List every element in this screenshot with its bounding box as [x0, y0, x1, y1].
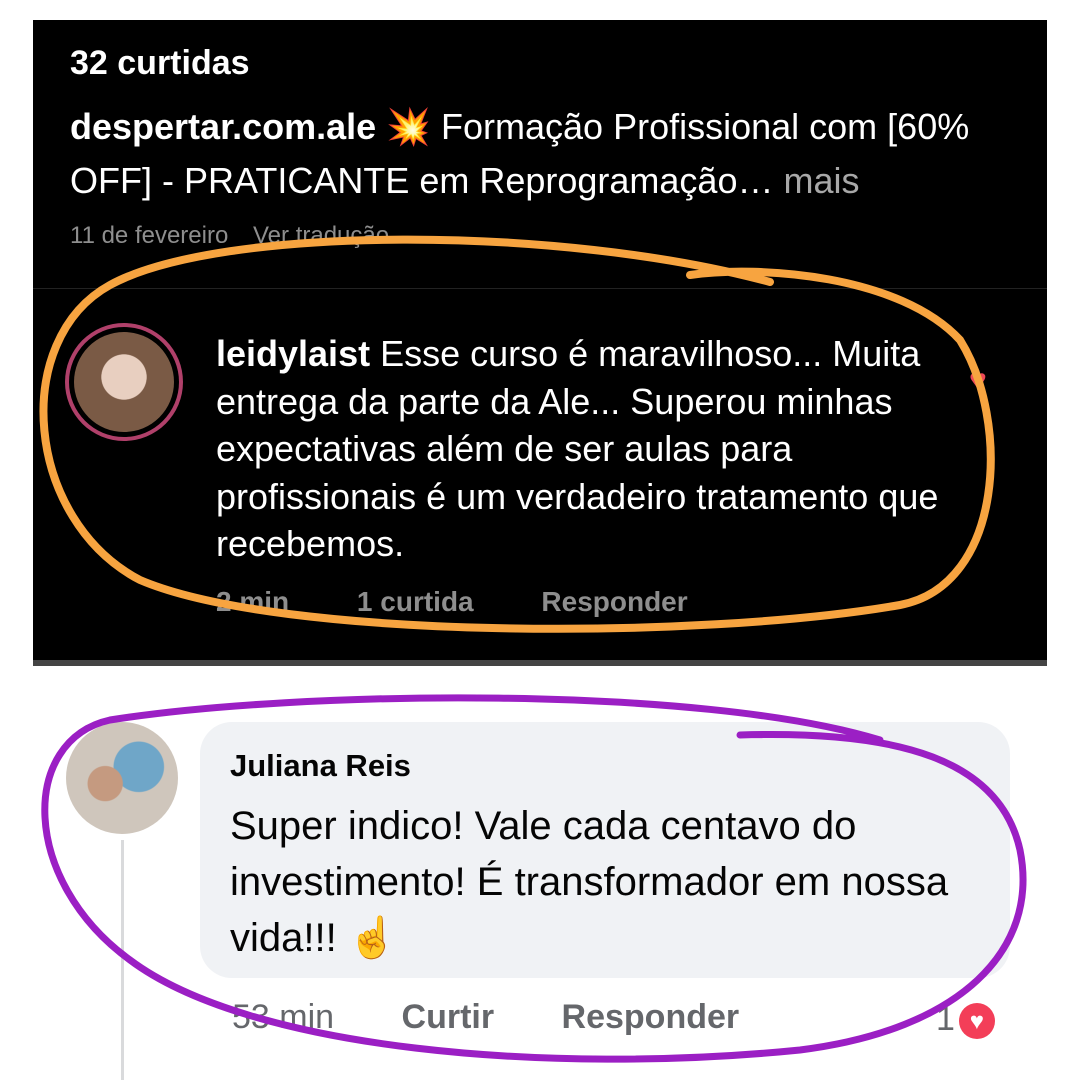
comment-time: 2 min [216, 586, 290, 617]
comment-username[interactable]: leidylaist [216, 333, 370, 374]
comment-author[interactable]: Juliana Reis [230, 748, 411, 784]
reply-button[interactable]: Responder [541, 586, 687, 617]
avatar[interactable] [66, 722, 178, 834]
explosion-emoji: 💥 [386, 106, 432, 147]
facebook-comment-panel: Juliana Reis Super indico! Vale cada cen… [0, 680, 1080, 1080]
caption-username[interactable]: despertar.com.ale [70, 106, 376, 147]
comment-likes[interactable]: 1 curtida [357, 586, 474, 617]
see-translation-link[interactable]: Ver tradução [253, 222, 389, 249]
likes-count[interactable]: 32 curtidas [70, 44, 250, 83]
avatar-photo [74, 332, 174, 432]
like-button[interactable]: Curtir [402, 998, 495, 1036]
comment-actions: 2 min 1 curtida Responder [216, 586, 748, 618]
instagram-post-panel: 32 curtidas despertar.com.ale 💥 Formação… [33, 20, 1047, 666]
reply-button[interactable]: Responder [562, 998, 740, 1036]
divider [33, 660, 1047, 666]
comment-actions: 53 min Curtir Responder [232, 998, 797, 1037]
thread-line [121, 840, 124, 1080]
reaction-count: 1 [936, 1000, 955, 1038]
more-link[interactable]: mais [773, 160, 859, 201]
post-meta: 11 de fevereiro Ver tradução [70, 222, 407, 250]
love-reaction-icon: ♥ [958, 1003, 995, 1040]
post-caption: despertar.com.ale 💥 Formação Profissiona… [70, 100, 1020, 208]
avatar-ring [69, 327, 179, 437]
post-date: 11 de fevereiro [70, 222, 229, 249]
comment-body: Super indico! Vale cada centavo do inves… [230, 804, 949, 960]
divider [33, 288, 1047, 289]
comment-time: 53 min [232, 998, 335, 1036]
comment-text: leidylaist Esse curso é maravilhoso... M… [216, 330, 986, 568]
comment-bubble: Juliana Reis Super indico! Vale cada cen… [200, 722, 1010, 978]
reaction-summary[interactable]: 1 ♥ [936, 1000, 995, 1040]
avatar[interactable] [65, 323, 183, 441]
heart-icon[interactable]: ♥ [969, 366, 999, 396]
